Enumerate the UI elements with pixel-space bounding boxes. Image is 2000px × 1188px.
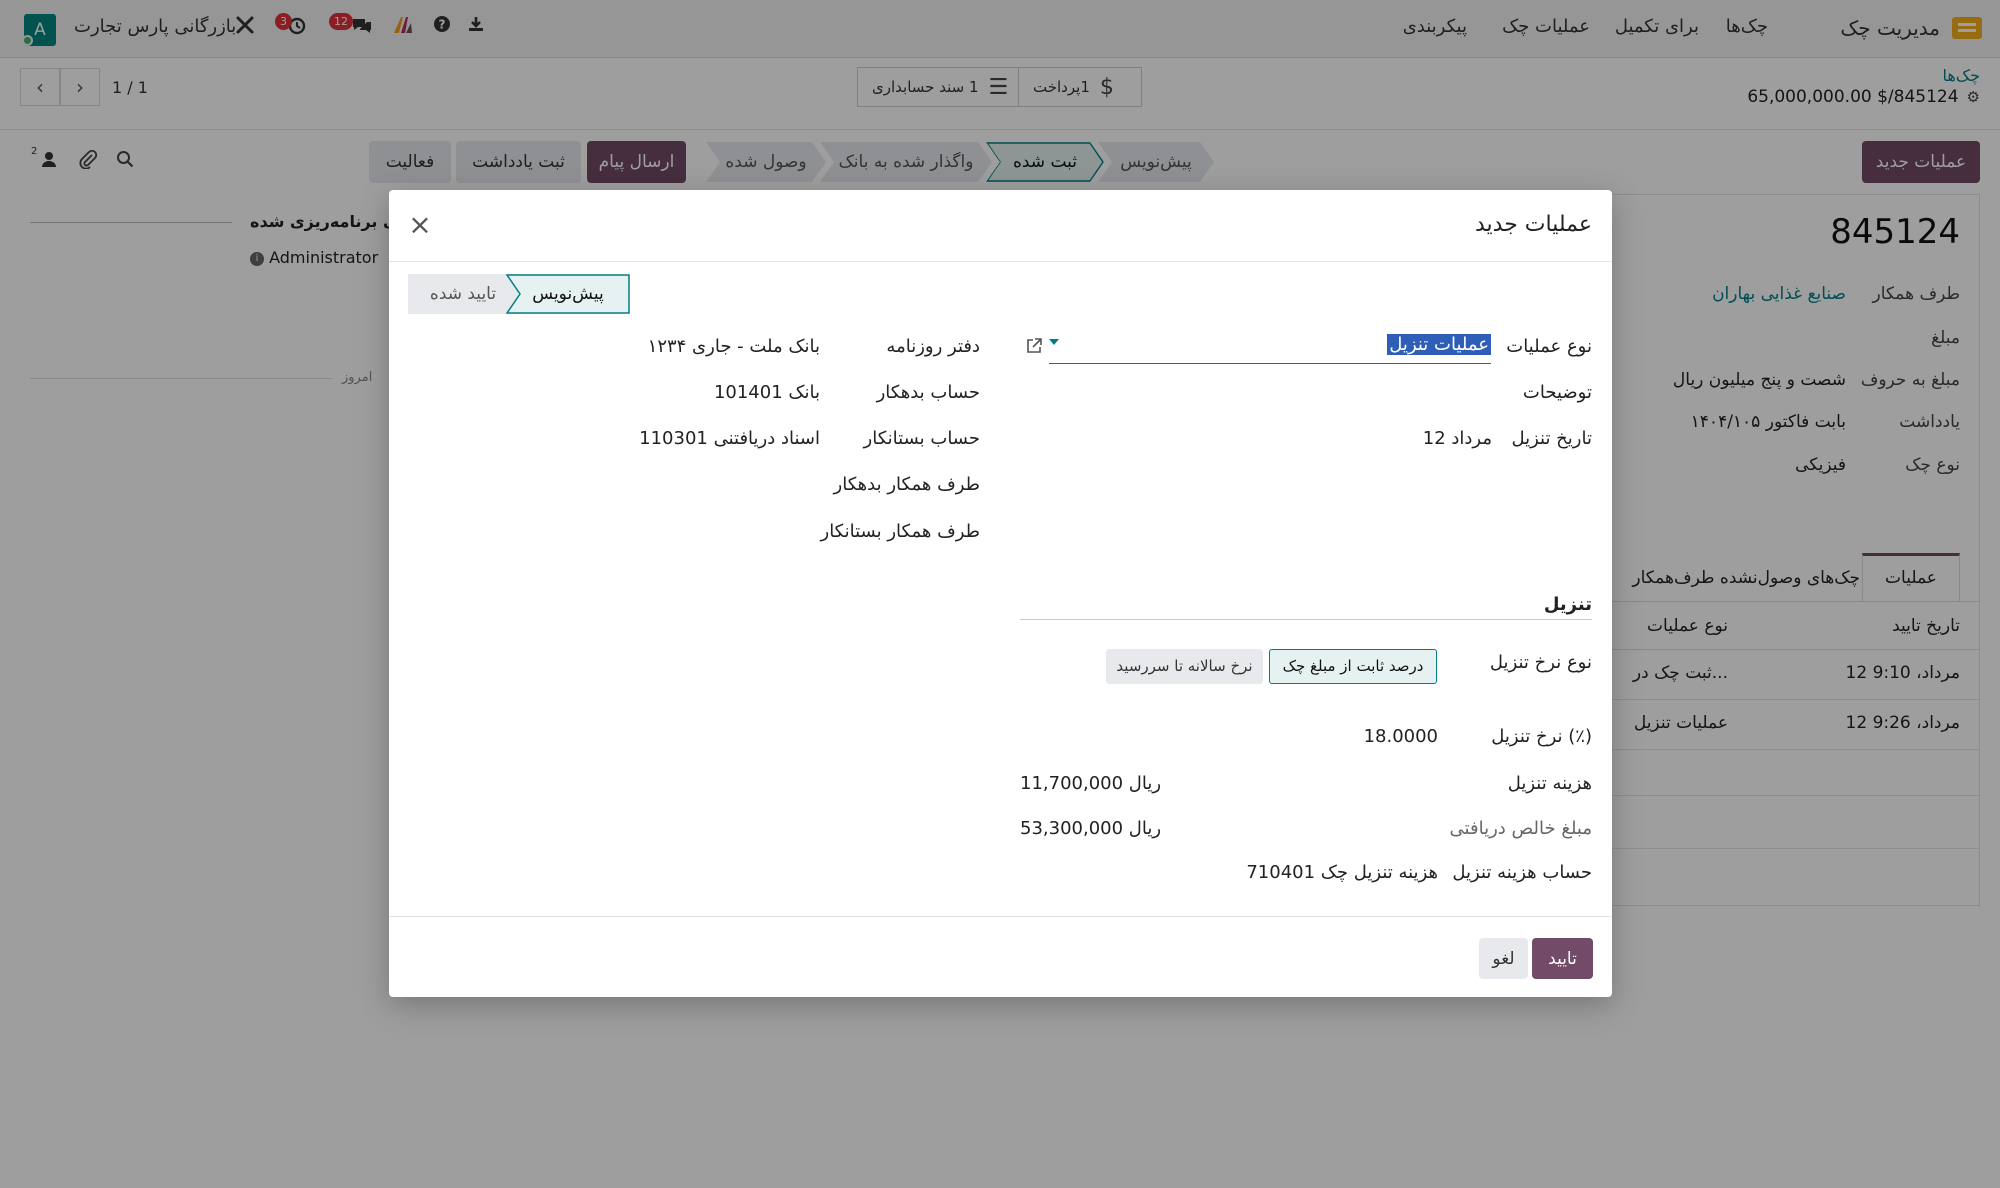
rate-type-label: نوع نرخ تنزیل [1489, 652, 1592, 673]
credit-account-label: حساب بستانکار [863, 428, 980, 449]
discount-cost-label: هزینه تنزیل [1507, 773, 1592, 794]
debit-account-label: حساب بدهکار [876, 382, 980, 403]
external-link-icon[interactable] [1025, 337, 1043, 360]
dialog-footer: تایید لغو [389, 916, 1612, 997]
credit-account-value[interactable]: 110301 اسناد دریافتنی [639, 428, 820, 449]
journal-value[interactable]: بانک ملت - جاری ۱۲۳۴ [648, 336, 820, 357]
description-label: توضیحات [1522, 382, 1592, 403]
chevron-down-icon[interactable] [1049, 339, 1059, 345]
discount-cost-account-label: حساب هزینه تنزیل [1452, 862, 1592, 883]
discount-date-value[interactable]: 12 مرداد [1423, 428, 1492, 449]
debit-account-value[interactable]: 101401 بانک [714, 382, 820, 403]
discount-date-label: تاریخ تنزیل [1511, 428, 1592, 449]
operation-type-value[interactable]: عملیات تنزیل [1387, 334, 1491, 355]
dialog-stage-draft-label: پیش‌نویس [532, 284, 604, 304]
confirm-button[interactable]: تایید [1532, 938, 1593, 979]
discount-rate-value[interactable]: 18.0000 [1364, 726, 1438, 747]
discount-section-title: تنزیل [1543, 594, 1592, 615]
section-divider [1020, 619, 1592, 620]
rate-type-fixed-percent[interactable]: درصد ثابت از مبلغ چک [1269, 649, 1437, 684]
net-received-value: 53,300,000 ریال [1020, 818, 1162, 839]
cancel-button[interactable]: لغو [1479, 938, 1528, 979]
discount-cost-account-value[interactable]: 710401 هزینه تنزیل چک [1246, 862, 1438, 883]
dialog-stage-confirmed[interactable]: تایید شده [408, 274, 518, 314]
dialog-title: عملیات جدید [1475, 212, 1592, 237]
dialog-header: عملیات جدید × [389, 190, 1612, 262]
rate-type-annual-rate[interactable]: نرخ سالانه تا سررسید [1106, 649, 1263, 684]
dialog-stage-draft[interactable]: پیش‌نویس [506, 274, 630, 314]
net-received-label: مبلغ خالص دریافتی [1449, 818, 1592, 839]
close-icon[interactable]: × [405, 210, 435, 240]
discount-cost-value: 11,700,000 ریال [1020, 773, 1162, 794]
journal-label: دفتر روزنامه [886, 336, 980, 357]
discount-rate-label: نرخ تنزیل (٪) [1491, 726, 1592, 747]
debit-partner-label: طرف همکار بدهکار [833, 474, 980, 495]
credit-partner-label: طرف همکار بستانکار [820, 521, 981, 542]
operation-type-field[interactable]: عملیات تنزیل [1049, 330, 1491, 364]
new-operation-dialog: عملیات جدید × تایید شده پیش‌نویس نوع عمل… [389, 190, 1612, 997]
operation-type-label: نوع عملیات [1506, 336, 1592, 357]
